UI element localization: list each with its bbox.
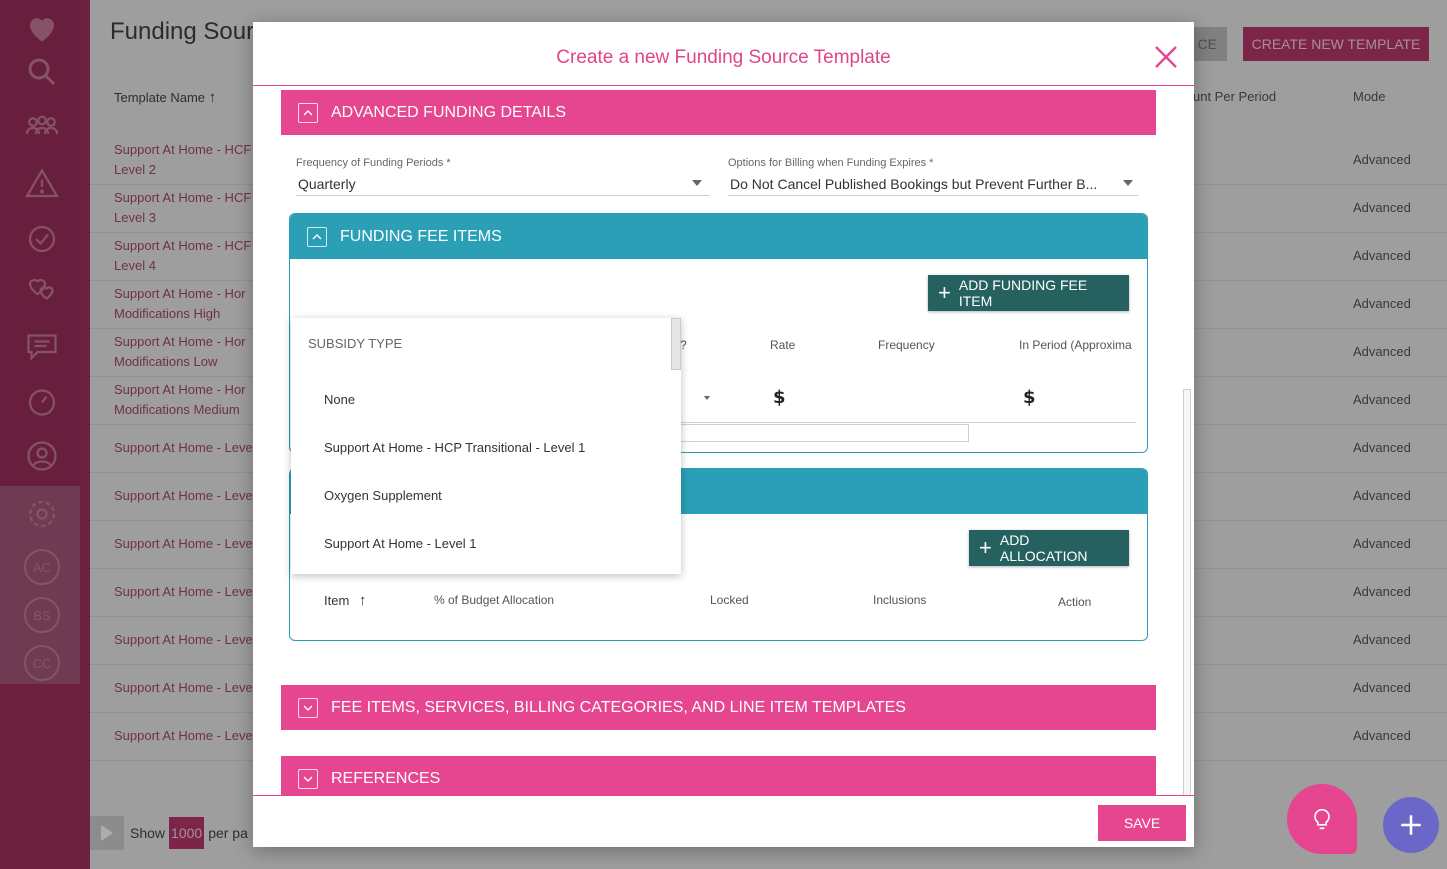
dropdown-option[interactable]: Support At Home - Level 1 [324,536,476,551]
dropdown-header: SUBSIDY TYPE [308,336,403,351]
column-header-rate: Rate [770,338,796,352]
row-divider [680,422,1136,423]
chevron-up-icon[interactable] [307,226,327,247]
modal-body: ADVANCED FUNDING DETAILS Frequency of Fu… [253,87,1194,795]
sort-up-icon: ↑ [358,592,367,609]
add-allocation-button[interactable]: + ADD ALLOCATION [969,530,1129,566]
caret-down-icon[interactable] [1123,180,1133,186]
in-period-dollar: $ [1023,387,1036,408]
add-fab-button[interactable] [1383,797,1439,853]
button-label: ADD ALLOCATION [999,532,1088,564]
modal-scrollbar[interactable] [1183,389,1191,795]
create-template-modal: Create a new Funding Source Template ADV… [253,22,1194,847]
plus-icon: + [938,280,951,305]
column-header-label: Item [324,593,350,608]
billing-underline [728,195,1138,196]
save-button[interactable]: SAVE [1098,805,1186,841]
section-advanced-funding-details[interactable]: ADVANCED FUNDING DETAILS [281,90,1156,135]
plus-icon: + [979,535,992,560]
caret-down-icon[interactable] [692,180,702,186]
dropdown-option[interactable]: None [324,392,355,407]
funding-fee-items-header[interactable]: FUNDING FEE ITEMS [290,214,1147,259]
column-header-item[interactable]: Item ↑ [324,592,366,609]
add-funding-fee-item-button[interactable]: + ADD FUNDING FEE ITEM [928,275,1129,311]
chevron-up-icon[interactable] [298,102,318,123]
section-references[interactable]: REFERENCES [281,756,1156,795]
section-title: ADVANCED FUNDING DETAILS [331,103,566,121]
column-header-locked: Locked [710,593,749,607]
section-title: REFERENCES [331,769,441,787]
horizontal-scrollbar[interactable] [680,424,969,442]
chevron-down-icon[interactable] [298,768,318,789]
modal-title: Create a new Funding Source Template [556,47,891,68]
dropdown-scrollbar[interactable] [671,318,681,370]
column-header-budget: % of Budget Allocation [434,593,555,607]
modal-footer: SAVE [253,795,1194,847]
section-title: FUNDING FEE ITEMS [340,227,502,245]
section-title: FEE ITEMS, SERVICES, BILLING CATEGORIES,… [331,698,906,716]
frequency-select[interactable]: Quarterly [298,176,356,192]
lightbulb-button[interactable] [1287,784,1357,854]
plus-icon [1401,815,1421,835]
column-header-in-period: In Period (Approxima [1019,338,1132,352]
column-header-action: Action [1058,595,1092,609]
chevron-down-icon[interactable] [298,697,318,718]
frequency-underline [296,195,710,196]
rate-dollar: $ [773,387,786,408]
billing-label: Options for Billing when Funding Expires… [728,157,934,169]
modal-header: Create a new Funding Source Template [253,22,1194,86]
button-label: ADD FUNDING FEE ITEM [958,277,1088,309]
column-header-q: ? [680,338,687,352]
caret-down-icon[interactable] [704,396,710,400]
dropdown-option[interactable]: Oxygen Supplement [324,488,442,503]
section-fee-items-services[interactable]: FEE ITEMS, SERVICES, BILLING CATEGORIES,… [281,685,1156,730]
subsidy-type-dropdown: SUBSIDY TYPE None Support At Home - HCP … [291,318,681,574]
lightbulb-icon [1314,808,1330,830]
column-header-inclusions: Inclusions [873,593,927,607]
dropdown-option[interactable]: Support At Home - HCP Transitional - Lev… [324,440,585,455]
column-header-frequency: Frequency [878,338,935,352]
close-icon[interactable] [1153,44,1179,70]
frequency-label: Frequency of Funding Periods * [296,157,451,169]
billing-select[interactable]: Do Not Cancel Published Bookings but Pre… [730,176,1115,192]
